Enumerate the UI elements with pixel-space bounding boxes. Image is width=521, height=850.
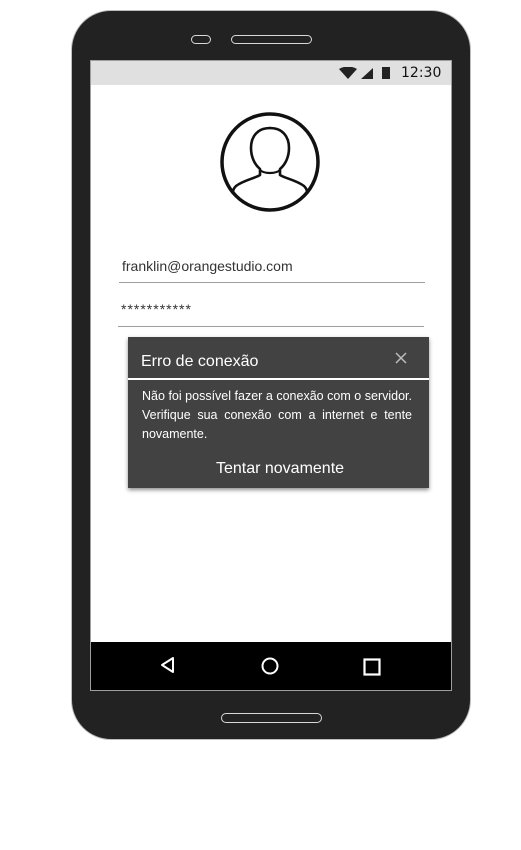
status-icons <box>339 65 391 85</box>
cell-signal-icon <box>361 68 373 79</box>
retry-button[interactable]: Tentar novamente <box>128 456 429 482</box>
earpiece-speaker <box>231 35 312 44</box>
hardware-home-bar <box>221 713 322 723</box>
status-bar: 12:30 <box>91 61 451 85</box>
dialog-message: Não foi possível fazer a conexão com o s… <box>142 389 412 441</box>
front-camera <box>191 35 211 44</box>
dialog-title: Erro de conexão <box>141 353 259 370</box>
dialog-divider <box>128 378 429 380</box>
back-icon[interactable] <box>159 656 177 674</box>
status-icon-group <box>339 65 390 79</box>
status-clock: 12:30 <box>401 65 442 81</box>
battery-icon <box>382 67 390 79</box>
home-icon[interactable] <box>261 657 279 675</box>
connection-error-dialog: Erro de conexão Não foi possível fazer a… <box>128 337 429 488</box>
password-field[interactable] <box>118 292 424 327</box>
recents-icon[interactable] <box>363 658 381 676</box>
user-avatar-icon <box>220 112 322 218</box>
navigation-bar <box>91 642 451 690</box>
close-icon[interactable] <box>394 351 408 365</box>
phone-screen: 12:30 Erro de conexão Não foi possível f… <box>90 60 452 691</box>
wifi-icon <box>339 66 357 79</box>
email-field[interactable] <box>119 249 425 283</box>
